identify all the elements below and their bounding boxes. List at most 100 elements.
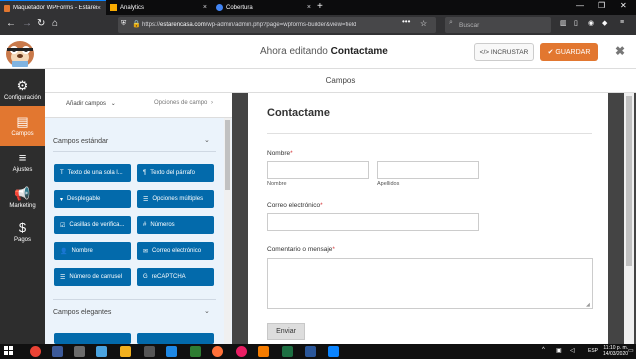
wpforms-logo-icon xyxy=(6,41,34,67)
dollar-icon: $ xyxy=(18,220,27,235)
tab-field-options[interactable]: Opciones de campo › xyxy=(154,100,213,106)
sidebar-item-ajustes[interactable]: ≡ Ajustes xyxy=(0,142,45,182)
minimize-button[interactable]: — xyxy=(576,1,584,10)
word-taskbar-icon[interactable] xyxy=(305,346,316,357)
app-taskbar-icon[interactable] xyxy=(166,346,177,357)
taskbar-clock[interactable]: 11:10 p. m. 14/03/2020 xyxy=(603,345,628,357)
analytics-favicon-icon xyxy=(110,4,117,11)
field-button-single-line-text[interactable]: T Texto de una sola l... xyxy=(54,164,131,182)
extension-icon[interactable]: ◉ xyxy=(588,19,594,27)
last-name-input[interactable] xyxy=(377,161,479,179)
field-button-number-slider[interactable]: ☰ Número de carrusel xyxy=(54,268,131,286)
menu-icon[interactable]: ≡ xyxy=(620,19,624,26)
field-button-email[interactable]: ✉ Correo electrónico xyxy=(137,242,214,260)
chevron-right-icon: › xyxy=(211,100,214,106)
bookmark-star-icon[interactable]: ☆ xyxy=(420,19,427,28)
url-path: /wp-admin/admin.php?page=wpforms-builder… xyxy=(205,22,356,28)
app-taskbar-icon[interactable] xyxy=(96,346,107,357)
field-button-paragraph[interactable]: ¶ Texto del párrafo xyxy=(137,164,214,182)
forward-icon[interactable]: → xyxy=(22,18,32,29)
hash-icon: # xyxy=(143,222,147,228)
preview-scrollbar-thumb[interactable] xyxy=(626,96,632,266)
home-icon[interactable]: ⌂ xyxy=(52,18,58,29)
app-taskbar-icon[interactable] xyxy=(74,346,85,357)
email-field-label: Correo electrónico* xyxy=(267,202,323,209)
sidebar-item-campos[interactable]: ▤ Campos xyxy=(0,106,45,146)
app-taskbar-icon[interactable] xyxy=(144,346,155,357)
browser-tab-wpforms[interactable]: Maquetador WPForms - Estarencasa × xyxy=(0,0,106,15)
resize-handle-icon[interactable]: ◢ xyxy=(586,302,590,308)
page-actions-icon[interactable]: ••• xyxy=(402,17,410,26)
url-bar[interactable]: https://estarencasa.com/wp-admin/admin.p… xyxy=(118,17,436,33)
label-text: Comentario o mensaje xyxy=(267,246,333,253)
group-fancy-fields[interactable]: Campos elegantes xyxy=(53,309,111,316)
app-taskbar-icon[interactable] xyxy=(236,346,247,357)
field-button-name[interactable]: 👤 Nombre xyxy=(54,242,131,260)
tray-chevron-icon[interactable]: ^ xyxy=(542,347,545,353)
tab-add-fields[interactable]: Añadir campos ⌄ xyxy=(66,100,116,107)
browser-tab-analytics[interactable]: Analytics × xyxy=(106,0,212,15)
windows-start-icon[interactable] xyxy=(4,346,14,356)
field-button-numbers[interactable]: # Números xyxy=(137,216,214,234)
label-text: Correo electrónico xyxy=(267,202,321,209)
new-tab-button[interactable]: + xyxy=(317,1,323,12)
submit-button[interactable]: Enviar xyxy=(267,323,305,340)
close-tab-icon[interactable]: × xyxy=(97,5,101,12)
field-button-dropdown[interactable]: ▾ Desplegable xyxy=(54,190,131,208)
chrome-taskbar-icon[interactable] xyxy=(30,346,41,357)
excel-taskbar-icon[interactable] xyxy=(282,346,293,357)
close-tab-icon[interactable]: × xyxy=(307,4,311,11)
browser-tab-cobertura[interactable]: Cobertura × xyxy=(212,0,316,15)
sidebar-item-label: Ajustes xyxy=(12,167,33,173)
embed-button[interactable]: </> INCRUSTAR xyxy=(474,43,534,61)
extension-icon[interactable]: ◆ xyxy=(602,19,607,27)
section-title: Campos xyxy=(45,69,636,93)
chevron-down-icon[interactable]: ⌄ xyxy=(204,136,210,144)
dropdown-icon: ▾ xyxy=(60,196,64,203)
close-builder-icon[interactable]: ✖ xyxy=(615,44,625,58)
field-button-partial[interactable] xyxy=(137,333,214,344)
google-icon: G xyxy=(143,274,148,280)
save-button[interactable]: ✔ GUARDAR xyxy=(540,43,598,61)
search-input[interactable]: Buscar xyxy=(445,17,551,33)
close-window-button[interactable]: ✕ xyxy=(620,1,627,10)
network-icon[interactable]: ▣ xyxy=(556,347,562,354)
comment-textarea[interactable] xyxy=(267,258,593,309)
last-name-sublabel: Apellidos xyxy=(377,181,400,187)
sidebar-item-label: Marketing xyxy=(9,203,36,209)
maximize-button[interactable]: ❐ xyxy=(598,1,605,10)
reload-icon[interactable]: ↻ xyxy=(37,18,45,29)
app-taskbar-icon[interactable] xyxy=(52,346,63,357)
folder-taskbar-icon[interactable] xyxy=(120,346,131,357)
app-taskbar-icon[interactable] xyxy=(190,346,201,357)
list-icon: ☰ xyxy=(143,196,149,203)
panel-scrollbar-thumb[interactable] xyxy=(225,120,230,190)
sidebar-item-configuracion[interactable]: ⚙ Configuración xyxy=(0,70,45,110)
app-taskbar-icon[interactable] xyxy=(258,346,269,357)
sidebar-item-pagos[interactable]: $ Pagos xyxy=(0,212,45,252)
volume-icon[interactable]: ◁ xyxy=(570,347,575,354)
megaphone-icon: 📢 xyxy=(14,186,31,201)
group-standard-fields[interactable]: Campos estándar xyxy=(53,138,108,145)
firefox-taskbar-icon[interactable] xyxy=(212,346,223,357)
shield-icon[interactable]: ⛨ xyxy=(121,20,126,28)
field-button-recaptcha[interactable]: GreCAPTCHA xyxy=(137,268,214,286)
language-indicator[interactable]: ESP xyxy=(588,348,598,354)
first-name-input[interactable] xyxy=(267,161,369,179)
notifications-icon[interactable]: ▭ xyxy=(628,347,634,354)
lock-icon[interactable]: 🔒 xyxy=(132,20,141,28)
divider xyxy=(53,151,216,152)
field-button-partial[interactable] xyxy=(54,333,131,344)
field-button-multiple-choice[interactable]: ☰ Opciones múltiples xyxy=(137,190,214,208)
chevron-down-icon[interactable]: ⌄ xyxy=(204,307,210,315)
library-icon[interactable]: ▥ xyxy=(560,19,567,27)
back-icon[interactable]: ← xyxy=(6,18,16,29)
search-icon: ⌕ xyxy=(449,19,453,26)
sidebar-toggle-icon[interactable]: ▯ xyxy=(574,19,578,27)
field-button-checkboxes[interactable]: ☑ Casillas de verifica... xyxy=(54,216,131,234)
close-tab-icon[interactable]: × xyxy=(203,4,207,11)
email-input[interactable] xyxy=(267,213,479,231)
divider xyxy=(53,299,216,300)
app-taskbar-icon[interactable] xyxy=(328,346,339,357)
sliders-icon: ≡ xyxy=(18,150,27,165)
